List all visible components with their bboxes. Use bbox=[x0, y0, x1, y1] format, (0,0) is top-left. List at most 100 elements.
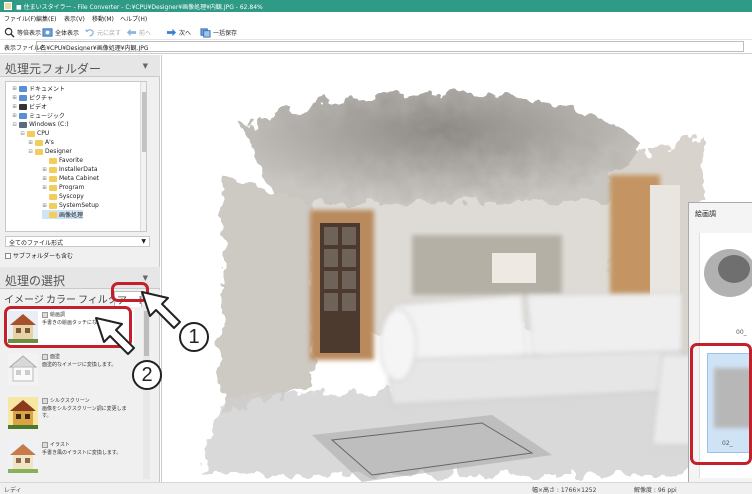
fit-all-label: 全体表示 bbox=[55, 29, 80, 37]
title-bar: ■ 住まいスタイラー - File Converter - C:¥CPU¥Des… bbox=[0, 0, 752, 12]
magnifier-icon bbox=[4, 27, 15, 38]
filter-name: シルクスクリーン bbox=[50, 398, 90, 404]
filter-description: 手書き風のイラストに変換します。 bbox=[42, 450, 122, 456]
folder-icon bbox=[27, 130, 35, 137]
music-icon bbox=[19, 112, 27, 119]
folder-icon bbox=[19, 103, 27, 110]
status-dpi: 解像度 : 96 ppi bbox=[634, 487, 677, 494]
checkbox-box[interactable] bbox=[5, 252, 11, 259]
house-thumbnail-icon bbox=[8, 397, 38, 429]
fit-all-icon bbox=[42, 27, 53, 37]
zoom-actual-label: 等倍表示 bbox=[17, 29, 42, 37]
tree-item-selected[interactable]: 画像処理 bbox=[42, 210, 84, 219]
undo-button[interactable]: 元に戻す bbox=[84, 26, 121, 38]
batch-save-button[interactable]: 一括保存 bbox=[200, 26, 237, 38]
tree-item[interactable]: Favorite bbox=[42, 156, 83, 165]
thumb-label: 00_ bbox=[736, 329, 747, 336]
menu-help[interactable]: ヘルプ(H) bbox=[120, 14, 147, 23]
tree-item[interactable]: ⊞ A's bbox=[28, 138, 54, 147]
include-subfolders-checkbox[interactable]: サブフォルダーも含む bbox=[5, 251, 73, 260]
folder-icon bbox=[19, 85, 27, 92]
menu-view[interactable]: 表示(V) bbox=[64, 14, 85, 23]
filter-name: イラスト bbox=[50, 442, 70, 448]
house-thumbnail-icon bbox=[8, 353, 38, 385]
left-pane: 処理元フォルダー ▼ ⊞ ドキュメント ⊞ ピクチャ ⊞ ビデオ ⊞ ミュージック ⊟ W… bbox=[0, 55, 160, 482]
tree-item[interactable]: ⊞ Program bbox=[42, 183, 84, 192]
filter-item-silkscreen[interactable]: シルクスクリーン 画像をシルクスクリーン調に変更します。 bbox=[6, 395, 134, 431]
tab-image[interactable]: イメージ bbox=[4, 291, 44, 306]
drive-icon bbox=[19, 121, 27, 128]
folder-icon bbox=[49, 166, 57, 173]
back-label: 前へ bbox=[139, 29, 152, 37]
tree-item[interactable]: Syscopy bbox=[42, 192, 84, 201]
app-icon bbox=[4, 2, 12, 10]
filter-description: 画像をシルクスクリーン調に変更します。 bbox=[42, 406, 127, 419]
folder-icon bbox=[35, 148, 43, 155]
tree-item[interactable]: ⊟ Windows (C:) bbox=[12, 120, 68, 129]
status-bar: レディ 幅×高さ : 1766×1252 解像度 : 96 ppi bbox=[0, 482, 752, 494]
status-size: 幅×高さ : 1766×1252 bbox=[532, 487, 597, 494]
menu-file[interactable]: ファイル(F) bbox=[4, 14, 36, 23]
batch-save-label: 一括保存 bbox=[213, 29, 238, 37]
folder-icon bbox=[19, 94, 27, 101]
folder-icon bbox=[49, 193, 57, 200]
pointer-arrow-2-icon bbox=[95, 317, 135, 355]
folder-icon bbox=[49, 202, 57, 209]
undo-label: 元に戻す bbox=[97, 29, 122, 37]
house-thumbnail-icon bbox=[8, 441, 38, 473]
highlight-preview-thumb bbox=[690, 343, 752, 465]
undo-icon bbox=[84, 28, 94, 37]
menu-bar: ファイル(F) 編集(E) 表示(V) 移動(M) ヘルプ(H) bbox=[0, 12, 752, 23]
fit-all-button[interactable]: 全体表示 bbox=[42, 26, 79, 38]
callout-2: 2 bbox=[132, 360, 162, 390]
tree-item[interactable]: ⊞ InstallerData bbox=[42, 165, 97, 174]
tree-item[interactable]: ⊞ ビデオ bbox=[12, 102, 47, 111]
folder-icon bbox=[49, 211, 57, 218]
folder-icon bbox=[35, 139, 43, 146]
batch-save-icon bbox=[200, 27, 211, 38]
filter-item-illustration[interactable]: イラスト 手書き風のイラストに変換します。 bbox=[6, 439, 134, 475]
next-button[interactable]: 次へ bbox=[166, 26, 191, 38]
chevron-down-icon[interactable]: ▼ bbox=[143, 274, 148, 282]
tree-item[interactable]: ⊞ ドキュメント bbox=[12, 84, 65, 93]
source-folder-title: 処理元フォルダー bbox=[5, 62, 102, 76]
zoom-actual-button[interactable]: 等倍表示 bbox=[4, 26, 41, 38]
tab-color[interactable]: カラー bbox=[46, 291, 76, 306]
window-title: ■ 住まいスタイラー - File Converter - C:¥CPU¥Des… bbox=[16, 4, 263, 11]
callout-1: 1 bbox=[179, 322, 209, 352]
filter-description: 面塗的なイメージに変換します。 bbox=[42, 362, 117, 368]
tree-item[interactable]: ⊟ Designer bbox=[28, 147, 71, 156]
path-field[interactable]: C:¥CPU¥Designer¥画像処理¥内観.JPG bbox=[36, 41, 744, 52]
tree-item[interactable]: ⊞ Meta Cabinet bbox=[42, 174, 99, 183]
chevron-down-icon[interactable]: ▼ bbox=[143, 62, 148, 70]
toolbar: 等倍表示 全体表示 元に戻す 前へ 次へ 一括保存 bbox=[0, 23, 752, 40]
folder-icon bbox=[49, 157, 57, 164]
back-button[interactable]: 前へ bbox=[126, 26, 151, 38]
folder-icon bbox=[49, 184, 57, 191]
tree-item[interactable]: ⊞ ミュージック bbox=[12, 111, 65, 120]
filter-name: 面塗 bbox=[50, 354, 61, 360]
filter-type-icon bbox=[42, 353, 48, 360]
menu-move[interactable]: 移動(M) bbox=[92, 14, 114, 23]
tree-scrollbar[interactable] bbox=[140, 82, 146, 231]
chevron-down-icon: ▼ bbox=[141, 238, 146, 245]
dialog-title: 絵画調 bbox=[695, 210, 716, 218]
preview-thumbnail-1[interactable] bbox=[700, 233, 752, 323]
source-folder-header[interactable]: 処理元フォルダー ▼ bbox=[0, 55, 160, 77]
selection-title: 処理の選択 bbox=[5, 274, 66, 288]
arrow-left-icon bbox=[126, 28, 137, 36]
painted-room-image bbox=[202, 93, 723, 482]
tree-item[interactable]: ⊟ CPU bbox=[20, 129, 49, 138]
filter-type-icon bbox=[42, 441, 48, 448]
file-type-select[interactable]: 全てのファイル形式 ▼ bbox=[5, 236, 150, 247]
path-bar: 表示ファイル名 C:¥CPU¥Designer¥画像処理¥内観.JPG bbox=[0, 40, 752, 54]
next-label: 次へ bbox=[179, 29, 192, 37]
tree-item[interactable]: ⊞ ピクチャ bbox=[12, 93, 53, 102]
arrow-right-icon bbox=[166, 28, 177, 36]
menu-edit[interactable]: 編集(E) bbox=[36, 14, 56, 23]
status-ready: レディ bbox=[4, 487, 22, 494]
image-canvas[interactable] bbox=[161, 55, 752, 482]
tree-item[interactable]: ⊞ SystemSetup bbox=[42, 201, 98, 210]
folder-icon bbox=[49, 175, 57, 182]
folder-tree[interactable]: ⊞ ドキュメント ⊞ ピクチャ ⊞ ビデオ ⊞ ミュージック ⊟ Windows (C:)… bbox=[5, 81, 147, 232]
